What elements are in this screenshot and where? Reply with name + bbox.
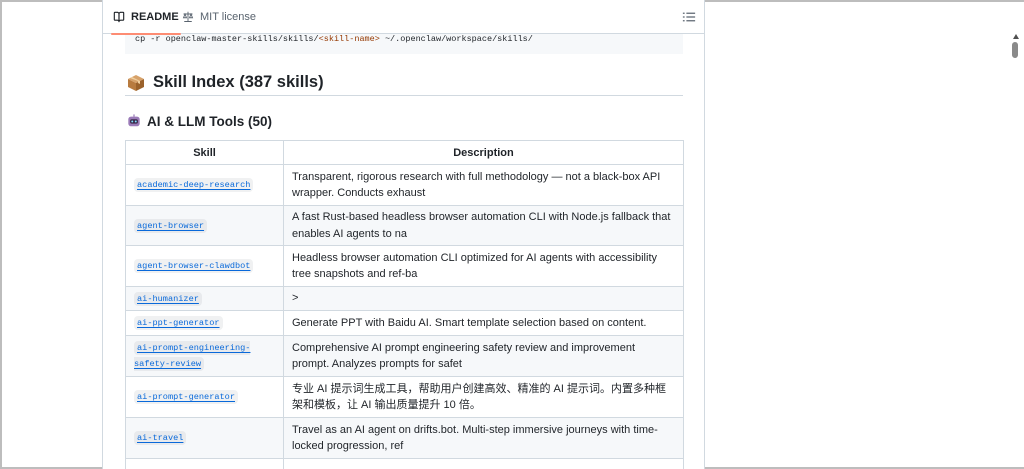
page-scrollbar[interactable]: [1010, 34, 1022, 469]
description-cell: Transparent, rigorous research with full…: [283, 164, 684, 206]
browser-frame: README MIT license cp -r openclaw-master…: [0, 0, 1024, 469]
skill-cell: ai-prompt-engineering-safety-review: [125, 335, 284, 377]
description-cell: Generate PPT with Baidu AI. Smart templa…: [283, 310, 684, 336]
scale-icon: [182, 11, 194, 22]
skill-index-heading: Skill Index (387 skills): [125, 70, 683, 96]
robot-emoji: [128, 114, 140, 127]
skill-link[interactable]: ai-humanizer: [134, 291, 202, 306]
description-cell: >: [283, 286, 684, 311]
description-cell: Comprehensive AI prompt engineering safe…: [283, 335, 684, 377]
skill-link[interactable]: ai-prompt-engineering-safety-review: [134, 341, 251, 371]
description-cell: Headless browser automation CLI optimize…: [283, 245, 684, 287]
description-cell: Travel as an AI agent on drifts.bot. Mul…: [283, 417, 684, 459]
skill-cell: agent-browser: [125, 205, 284, 246]
description-cell: 专业 AI 提示词生成工具，帮助用户创建高效、精准的 AI 提示词。内置多种框架…: [283, 376, 684, 418]
skill-cell: ai-prompt-generator: [125, 376, 284, 418]
table-row: [125, 458, 684, 469]
skill-cell: ai-ppt-generator: [125, 310, 284, 336]
install-code-block: cp -r openclaw-master-skills/skills/<ski…: [125, 34, 683, 54]
tab-license-label: MIT license: [200, 11, 257, 23]
tab-license[interactable]: MIT license: [182, 0, 256, 34]
skill-cell: ai-humanizer: [125, 286, 284, 311]
package-emoji: [128, 74, 144, 91]
table-header-row: Skill Description: [125, 140, 684, 165]
table-row: ai-prompt-engineering-safety-review Comp…: [125, 335, 684, 377]
skill-cell: ai-travel: [125, 417, 284, 459]
skill-link[interactable]: agent-browser-clawdbot: [134, 259, 254, 273]
category-title: AI & LLM Tools (50): [147, 113, 272, 129]
skill-index-title: Skill Index (387 skills): [153, 73, 324, 91]
table-row: agent-browser A fast Rust-based headless…: [125, 205, 684, 246]
skill-link[interactable]: agent-browser: [134, 218, 208, 233]
table-row: ai-ppt-generator Generate PPT with Baidu…: [125, 310, 684, 336]
table-row: academic-deep-research Transparent, rigo…: [125, 164, 684, 206]
column-header-skill: Skill: [125, 140, 284, 165]
install-command: cp -r openclaw-master-skills/skills/<ski…: [135, 34, 533, 44]
window-border-left: [0, 0, 2, 469]
readme-tabbar: README MIT license: [103, 0, 704, 35]
table-row: ai-humanizer >: [125, 286, 684, 311]
tab-readme-label: README: [131, 11, 179, 23]
scroll-up-arrow-icon[interactable]: [1013, 34, 1019, 39]
table-row: ai-prompt-generator 专业 AI 提示词生成工具，帮助用户创建…: [125, 376, 684, 418]
description-cell: [283, 458, 684, 469]
skill-link[interactable]: ai-travel: [134, 431, 187, 445]
list-icon[interactable]: [682, 10, 696, 24]
column-header-description: Description: [283, 140, 684, 165]
skill-link[interactable]: academic-deep-research: [134, 178, 254, 192]
scrollbar-thumb[interactable]: [1012, 42, 1018, 58]
skill-cell: academic-deep-research: [125, 164, 284, 206]
skill-cell: agent-browser-clawdbot: [125, 245, 284, 287]
description-cell: A fast Rust-based headless browser autom…: [283, 205, 684, 246]
skill-link[interactable]: ai-prompt-generator: [134, 390, 238, 404]
skills-table: Skill Description academic-deep-research…: [125, 140, 684, 469]
skill-cell: [125, 458, 284, 469]
book-icon: [113, 11, 125, 23]
table-row: agent-browser-clawdbot Headless browser …: [125, 245, 684, 287]
readme-panel: README MIT license cp -r openclaw-master…: [102, 0, 705, 469]
skill-link[interactable]: ai-ppt-generator: [134, 316, 223, 330]
tab-readme[interactable]: README: [111, 0, 181, 35]
category-heading: AI & LLM Tools (50): [125, 111, 272, 131]
table-row: ai-travel Travel as an AI agent on drift…: [125, 417, 684, 459]
